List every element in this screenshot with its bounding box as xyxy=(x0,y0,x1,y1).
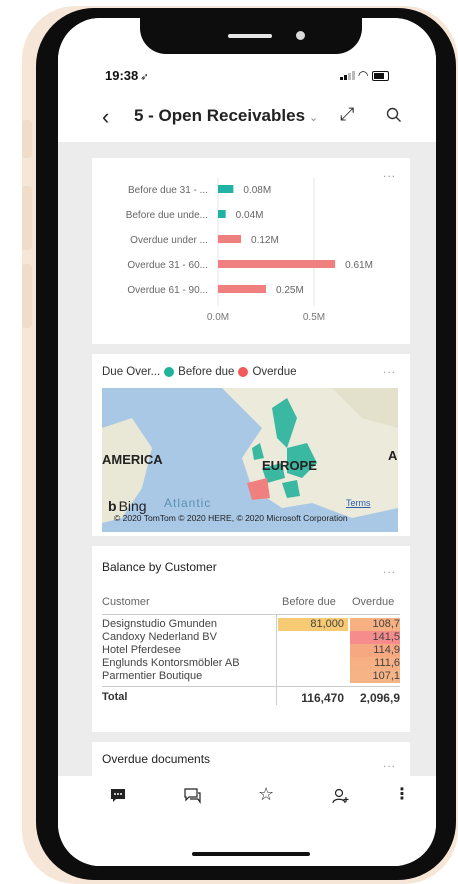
home-indicator xyxy=(192,852,310,856)
map-attribution: © 2020 TomTom © 2020 HERE, © 2020 Micros… xyxy=(114,513,348,523)
phone-side-button xyxy=(22,264,32,328)
total-divider xyxy=(102,686,400,687)
bar[interactable] xyxy=(218,235,242,243)
table-row[interactable]: Parmentier Boutique 107,1 xyxy=(102,670,400,683)
cell-overdue: 107,1 xyxy=(350,670,400,683)
phone-notch xyxy=(140,18,362,54)
bottom-tab-bar: ☆ ⋮ xyxy=(58,776,436,866)
cell-overdue: 141,5 xyxy=(350,631,400,644)
page-title: 5 - Open Receivables xyxy=(134,106,306,125)
table-row[interactable]: Designstudio Gmunden 81,000 108,7 xyxy=(102,618,400,631)
bar[interactable] xyxy=(218,260,336,268)
bar[interactable] xyxy=(218,185,234,193)
cell-customer: Englunds Kontorsmöbler AB xyxy=(102,657,240,669)
add-person-icon[interactable] xyxy=(332,788,350,809)
balance-table-card[interactable]: Balance by Customer ... Customer Before … xyxy=(92,546,410,732)
cell-overdue: 108,7 xyxy=(350,618,400,631)
table-row[interactable]: Hotel Pferdesee 114,9 xyxy=(102,644,400,657)
total-before-due: 116,470 xyxy=(301,691,344,704)
status-time: 19:38 ➶ xyxy=(105,68,149,83)
bar-chart: 0.0M 0.5M Before due 31 - ... 0.08M Before d… xyxy=(126,178,373,323)
map-label-america: AMERICA xyxy=(102,452,163,467)
total-overdue: 2,096,9 xyxy=(359,691,400,704)
cell-overdue: 111,6 xyxy=(350,657,400,670)
conversation-icon[interactable] xyxy=(184,788,202,809)
cell-before-due: 81,000 xyxy=(278,618,348,631)
comment-icon[interactable] xyxy=(110,788,126,809)
table-total-row: Total 116,470 2,096,9 xyxy=(102,691,400,704)
category-label: Before due unde... xyxy=(126,210,208,221)
expand-icon[interactable]: ⤢ xyxy=(340,104,354,125)
data-label: 0.04M xyxy=(236,210,264,221)
cell-customer: Hotel Pferdesee xyxy=(102,644,181,656)
table-row[interactable]: Englunds Kontorsmöbler AB 111,6 xyxy=(102,657,400,670)
signal-icon xyxy=(340,77,343,80)
cell-customer: Designstudio Gmunden xyxy=(102,618,217,630)
more-options-icon[interactable]: ... xyxy=(383,756,396,770)
map-label-europe: EUROPE xyxy=(262,458,317,473)
cell-overdue: 114,9 xyxy=(350,644,400,657)
signal-icon xyxy=(344,75,347,80)
map-view[interactable]: AMERICA EUROPE A Atlantic b Bing Terms © … xyxy=(102,388,398,532)
signal-icon xyxy=(352,71,355,80)
x-tick-label: 0.5M xyxy=(303,312,325,323)
phone-side-button xyxy=(22,120,32,158)
map-header: Due Over... Before due Overdue xyxy=(102,366,297,378)
data-label: 0.25M xyxy=(276,285,304,296)
bing-logo: b Bing xyxy=(108,498,147,514)
legend-dot-before-due xyxy=(164,367,175,377)
header-divider xyxy=(102,614,400,615)
battery-icon xyxy=(372,71,389,81)
more-options-icon[interactable]: ... xyxy=(383,562,396,576)
column-header-before-due[interactable]: Before due xyxy=(282,596,336,608)
legend-dot-overdue xyxy=(238,367,249,377)
more-options-icon[interactable]: ⋮ xyxy=(394,784,410,804)
data-label: 0.08M xyxy=(243,185,271,196)
cell-customer: Parmentier Boutique xyxy=(102,670,203,682)
location-arrow-icon: ➶ xyxy=(140,72,149,83)
bar-chart-card[interactable]: ... 0.0M 0.5M Before due 31 - ... 0.08M Befo… xyxy=(92,158,410,344)
map-label-a: A xyxy=(388,448,398,463)
total-label: Total xyxy=(102,691,128,703)
report-canvas: ... 0.0M 0.5M Before due 31 - ... 0.08M Befo… xyxy=(58,142,436,776)
card-title: Overdue documents xyxy=(102,752,211,766)
x-tick-label: 0.0M xyxy=(207,312,229,323)
category-label: Before due 31 - ... xyxy=(128,185,208,196)
overdue-documents-card[interactable]: Overdue documents ... xyxy=(92,742,410,776)
category-label: Overdue under ... xyxy=(130,235,208,246)
more-options-icon[interactable]: ... xyxy=(383,362,396,376)
map-title: Due Over... xyxy=(102,366,161,378)
favorite-star-icon[interactable]: ☆ xyxy=(258,784,274,805)
wifi-icon: ◠ xyxy=(358,68,369,82)
legend-label-before-due: Before due xyxy=(178,366,235,378)
phone-screen: 19:38 ➶ ◠ ‹ 5 - Open Receivables ⌄ ⤢ ... 0… xyxy=(58,18,436,866)
search-icon[interactable] xyxy=(386,107,402,128)
cell-customer: Candoxy Nederland BV xyxy=(102,631,217,643)
signal-icon xyxy=(348,73,351,80)
report-title-dropdown[interactable]: 5 - Open Receivables ⌄ xyxy=(134,106,318,126)
column-header-customer[interactable]: Customer xyxy=(102,596,150,608)
more-options-icon[interactable]: ... xyxy=(383,166,396,180)
map-card[interactable]: ... Due Over... Before due Overdue AMERI… xyxy=(92,354,410,536)
bar[interactable] xyxy=(218,210,226,218)
legend-label-overdue: Overdue xyxy=(252,366,297,378)
category-label: Overdue 61 - 90... xyxy=(127,285,208,296)
data-label: 0.12M xyxy=(251,235,279,246)
phone-side-button xyxy=(22,186,32,250)
chevron-down-icon: ⌄ xyxy=(309,112,319,124)
status-icons: ◠ xyxy=(340,68,390,82)
map-label-atlantic: Atlantic xyxy=(164,496,212,510)
category-label: Overdue 31 - 60... xyxy=(127,260,208,271)
column-header-overdue[interactable]: Overdue xyxy=(352,596,394,608)
back-button[interactable]: ‹ xyxy=(102,104,109,130)
table-row[interactable]: Candoxy Nederland BV 141,5 xyxy=(102,631,400,644)
map-terms-link[interactable]: Terms xyxy=(346,498,371,508)
data-label: 0.61M xyxy=(345,260,373,271)
table-title: Balance by Customer xyxy=(102,560,217,574)
bar[interactable] xyxy=(218,285,266,293)
